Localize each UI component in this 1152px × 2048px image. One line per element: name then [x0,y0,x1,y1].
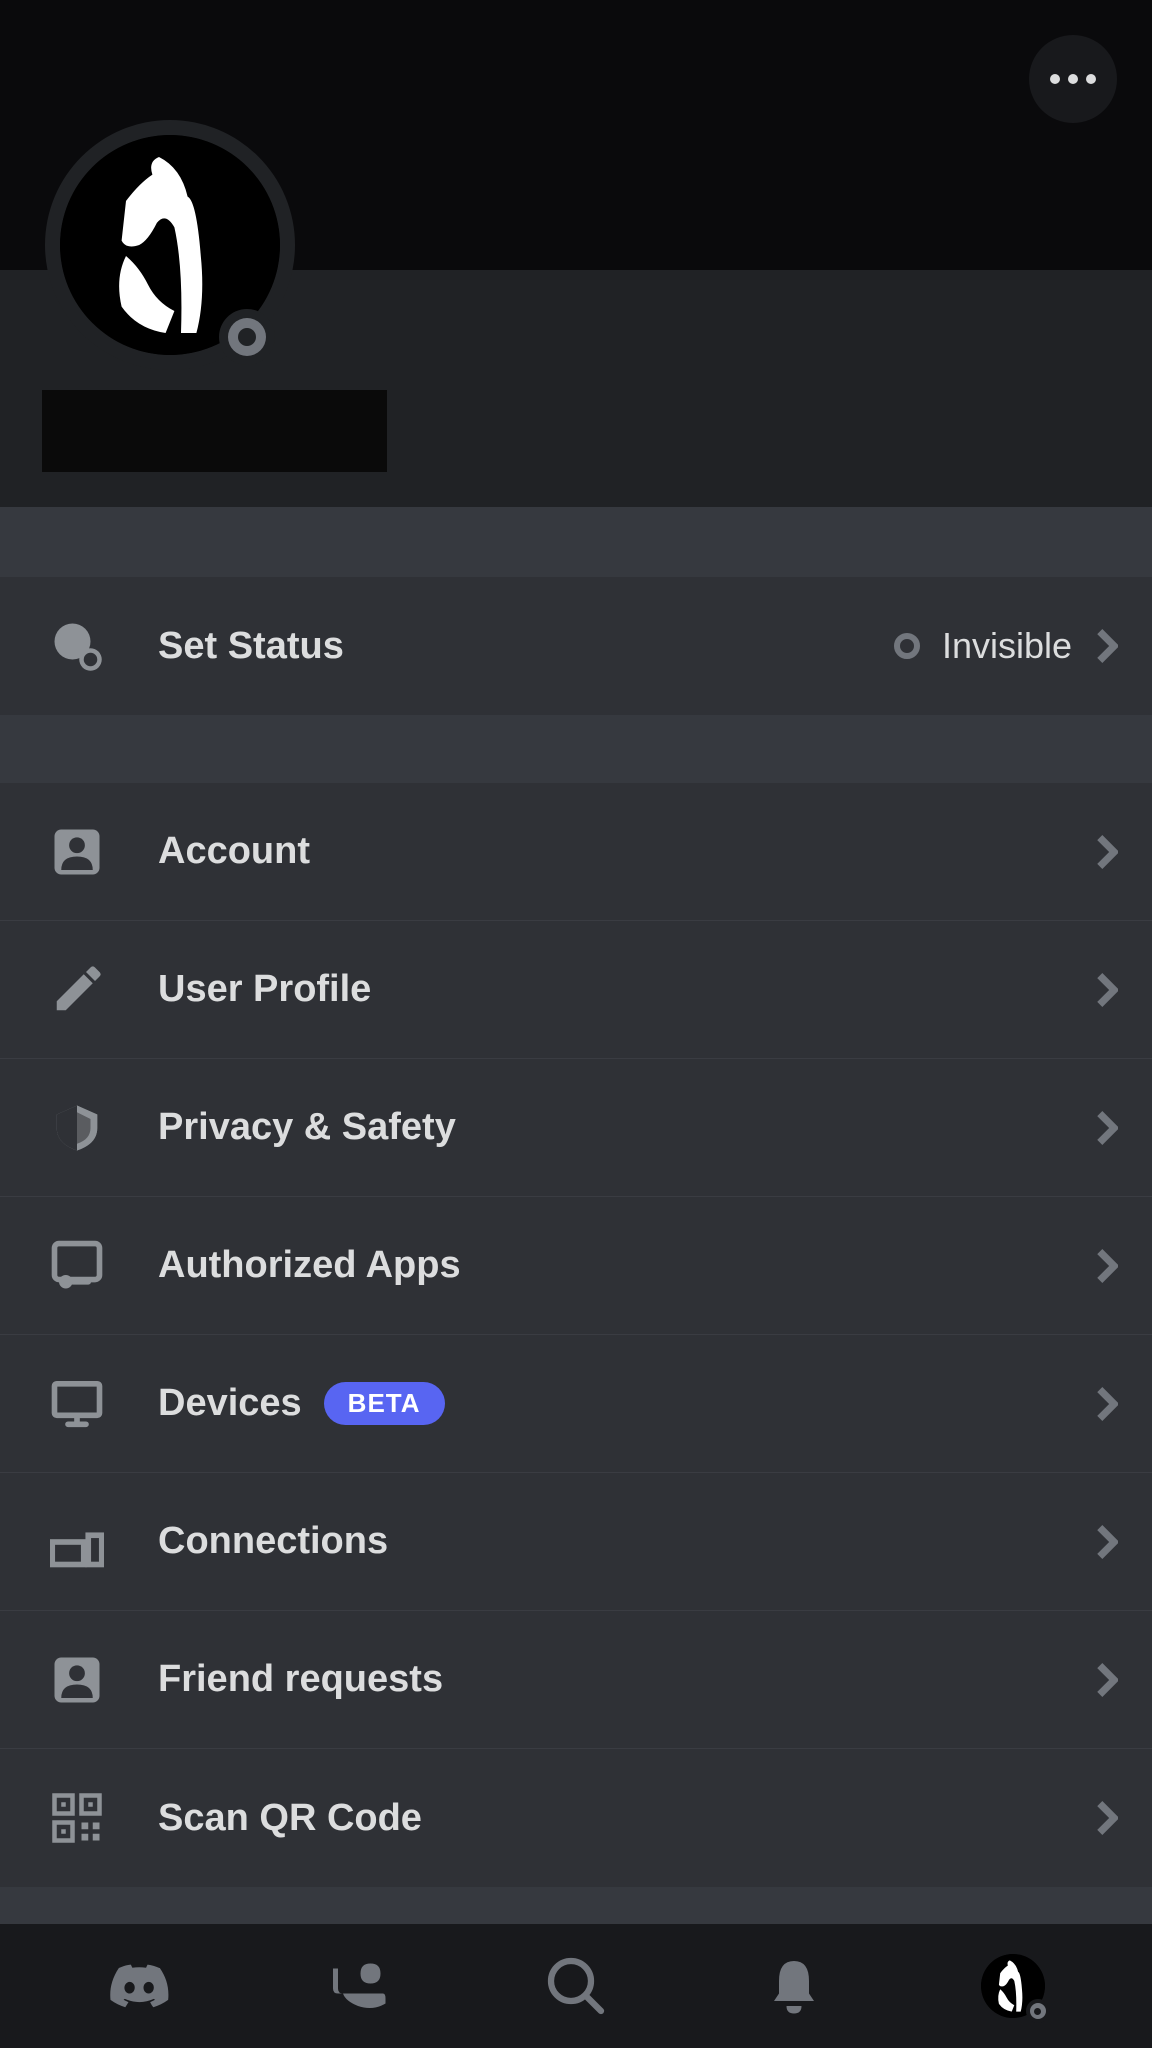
section-spacer [0,507,1152,577]
section-spacer [0,1887,1152,1917]
status-value: Invisible [894,625,1072,667]
list-item-label: Devices [158,1382,302,1425]
chevron-right-icon [1092,1389,1122,1419]
list-item-label: Friend requests [158,1658,1092,1701]
bottom-nav [0,1924,1152,2048]
authorized-apps-row[interactable]: Authorized Apps [0,1197,1152,1335]
beta-badge: BETA [324,1382,445,1425]
chevron-right-icon [1092,1665,1122,1695]
user-profile-row[interactable]: User Profile [0,921,1152,1059]
account-icon [50,825,104,879]
set-status-row[interactable]: Set Status Invisible [0,577,1152,715]
friend-requests-row[interactable]: Friend requests [0,1611,1152,1749]
username-redacted [42,390,387,472]
nav-friends-button[interactable] [323,1951,393,2021]
status-icon [50,619,104,673]
nav-profile-button[interactable] [978,1951,1048,2021]
chevron-right-icon [1092,631,1122,661]
avatar-container[interactable] [45,120,295,370]
list-item-label: Scan QR Code [158,1797,1092,1840]
more-icon [1050,74,1060,84]
user-settings-section: Account User Profile Privacy & Safety Au… [0,783,1152,1887]
privacy-safety-row[interactable]: Privacy & Safety [0,1059,1152,1197]
chevron-right-icon [1092,1803,1122,1833]
section-spacer [0,715,1152,783]
list-item-label: Connections [158,1520,1092,1563]
invisible-status-icon [894,633,920,659]
nav-notifications-button[interactable] [759,1951,829,2021]
chevron-right-icon [1092,975,1122,1005]
connections-row[interactable]: Connections [0,1473,1152,1611]
connections-icon [50,1515,104,1569]
status-value-text: Invisible [942,625,1072,667]
nav-status-indicator [1026,1999,1050,2023]
shield-icon [50,1101,104,1155]
qr-code-icon [50,1791,104,1845]
apps-icon [50,1239,104,1293]
friend-icon [50,1653,104,1707]
list-item-label: User Profile [158,968,1092,1011]
pencil-icon [50,963,104,1017]
list-item-label: Privacy & Safety [158,1106,1092,1149]
scan-qr-row[interactable]: Scan QR Code [0,1749,1152,1887]
status-section: Set Status Invisible [0,577,1152,715]
nav-home-button[interactable] [104,1951,174,2021]
more-options-button[interactable] [1029,35,1117,123]
devices-row[interactable]: Devices BETA [0,1335,1152,1473]
profile-header [0,270,1152,507]
list-item-label: Account [158,830,1092,873]
chevron-right-icon [1092,1251,1122,1281]
chevron-right-icon [1092,837,1122,867]
set-status-label: Set Status [158,625,894,668]
chevron-right-icon [1092,1527,1122,1557]
account-row[interactable]: Account [0,783,1152,921]
monitor-icon [50,1377,104,1431]
list-item-label: Authorized Apps [158,1244,1092,1287]
chevron-right-icon [1092,1113,1122,1143]
status-indicator-offline [219,309,275,365]
nav-search-button[interactable] [541,1951,611,2021]
